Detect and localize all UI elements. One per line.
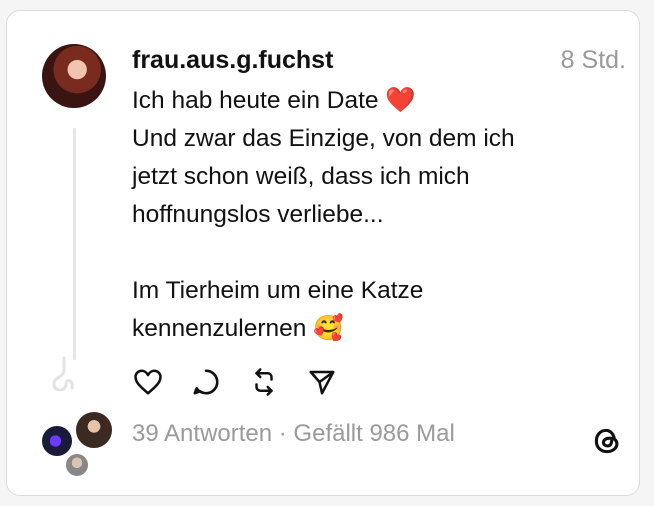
action-bar xyxy=(132,366,338,398)
post-line: jetzt schon weiß, dass ich mich xyxy=(132,163,470,190)
repost-icon xyxy=(255,368,273,396)
author-username[interactable]: frau.aus.g.fuchst xyxy=(132,46,333,75)
comment-icon xyxy=(193,369,219,395)
thread-line xyxy=(73,128,76,360)
post-line: Im Tierheim um eine Katze xyxy=(132,277,424,304)
thread-loop-icon xyxy=(52,356,74,392)
post-text: Ich hab heute ein Date ❤️ Und zwar das E… xyxy=(132,82,612,348)
post-stats[interactable]: 39 Antworten · Gefällt 986 Mal xyxy=(132,420,455,448)
threads-logo-icon[interactable] xyxy=(590,424,624,458)
post-timestamp: 8 Std. xyxy=(560,46,626,74)
share-button[interactable] xyxy=(306,366,338,398)
repost-button[interactable] xyxy=(248,366,280,398)
reply-button[interactable] xyxy=(190,366,222,398)
like-button[interactable] xyxy=(132,366,164,398)
post-line: Und zwar das Einzige, von dem ich xyxy=(132,125,515,152)
replier-avatar[interactable] xyxy=(40,424,74,458)
post-line: hoffnungslos verliebe... xyxy=(132,201,384,228)
author-avatar[interactable] xyxy=(42,44,106,108)
post-line: kennenzulernen 🥰 xyxy=(132,315,344,342)
heart-icon xyxy=(134,369,162,395)
post-line-blank xyxy=(132,234,612,272)
share-icon xyxy=(309,370,335,395)
replier-avatar[interactable] xyxy=(74,410,114,450)
replier-avatar[interactable] xyxy=(64,452,90,478)
post-line: Ich hab heute ein Date ❤️ xyxy=(132,87,416,114)
